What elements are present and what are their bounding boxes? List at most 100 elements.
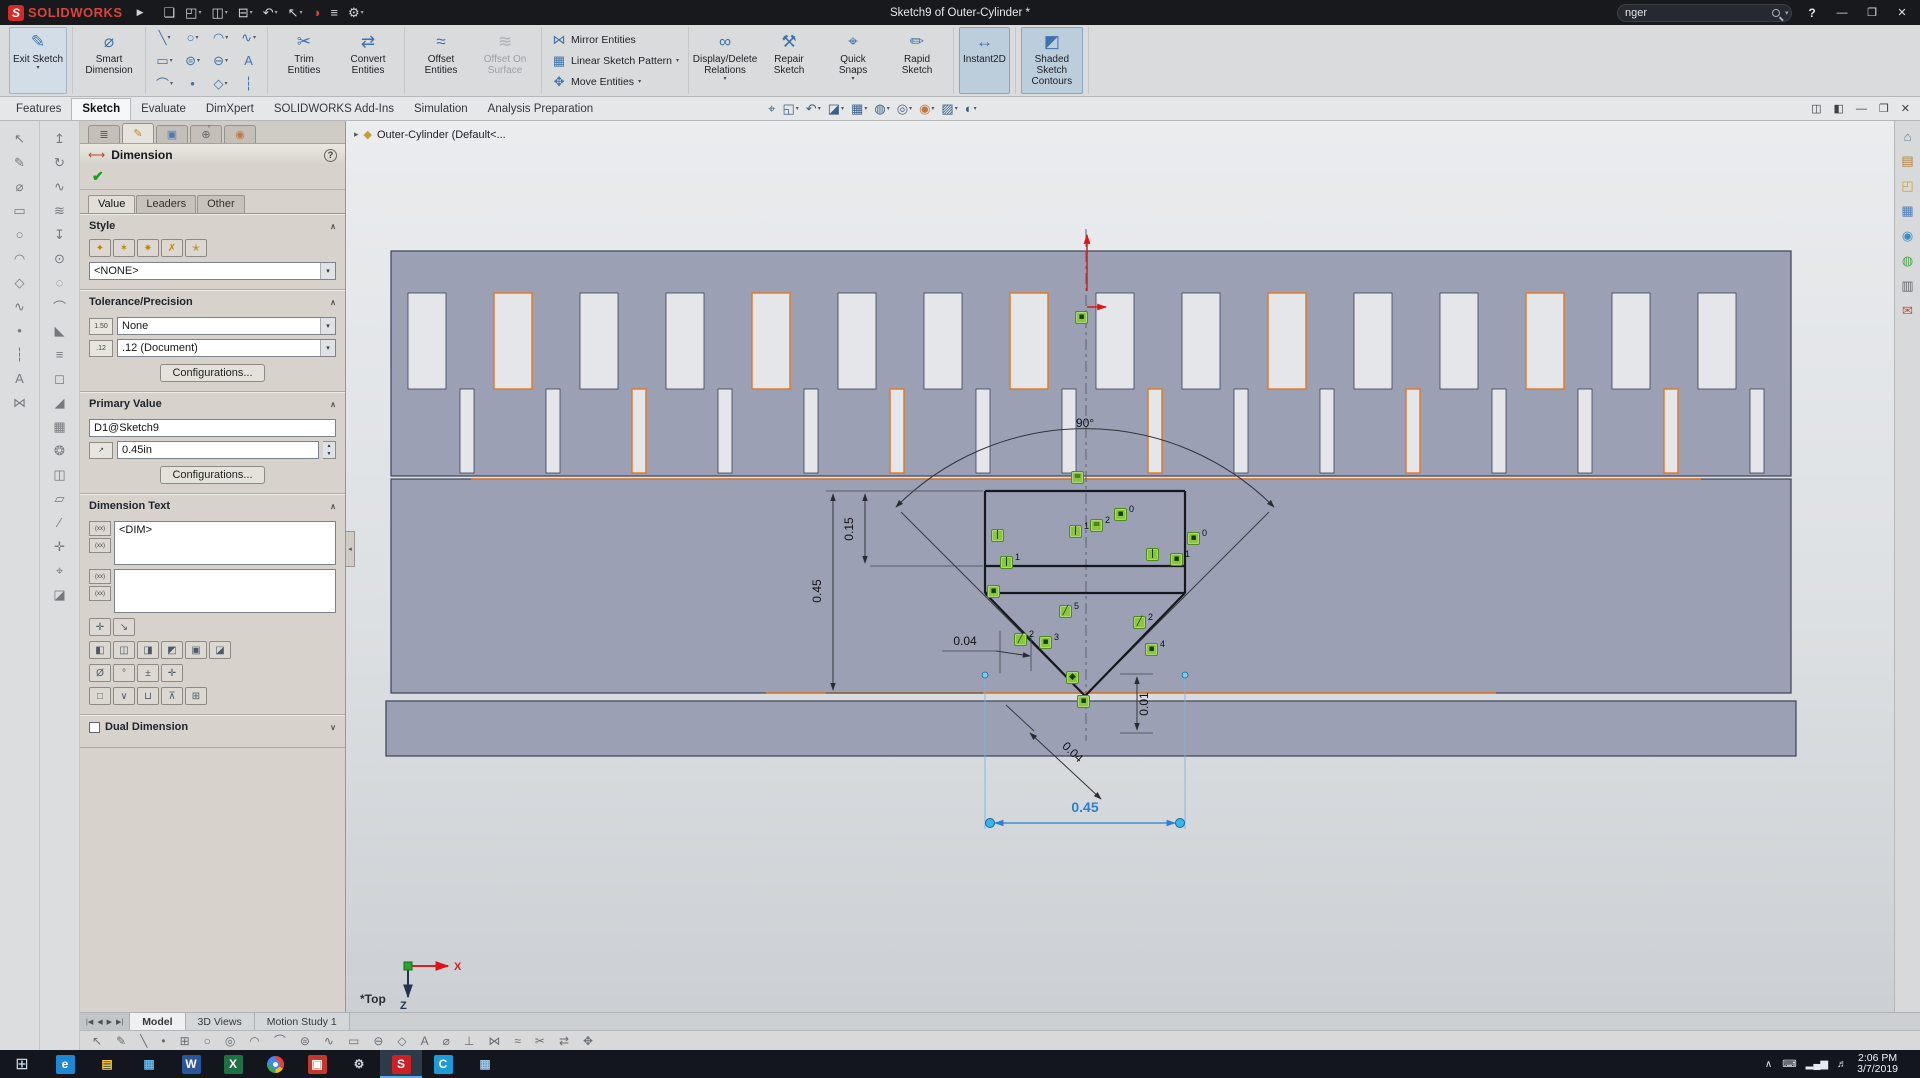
draft-icon[interactable]: ◢ [48,395,72,410]
dropdown-caret-icon[interactable]: ▾ [253,34,256,41]
centerline-icon[interactable]: ┆ [8,347,32,362]
ellipse-tool-icon[interactable]: ⊜ [300,1034,310,1048]
dropdown-caret-icon[interactable]: ▾ [250,9,253,16]
dimension-handle[interactable] [985,818,995,828]
dropdown-caret-icon[interactable]: ▾ [931,105,934,112]
menu-expand-icon[interactable]: ▶ [131,7,150,18]
center-text-button[interactable]: ✛ [89,618,111,636]
diameter-symbol-button[interactable]: Ø [89,664,111,682]
taskbar-calculator-button[interactable]: ▦ [464,1050,506,1078]
circular-pattern-icon[interactable]: ❂ [48,443,72,458]
spline-tool-icon[interactable]: ∿ [324,1034,334,1048]
sketch-tool-icon[interactable]: ✎ [116,1034,126,1048]
tolerance-section-header[interactable]: Tolerance/Precision ∧ [89,293,336,313]
mirror-tool-icon[interactable]: ⋈ [488,1034,500,1048]
gear-tooth-slot[interactable] [1061,388,1077,474]
width-dimension-text[interactable]: 0.04 [953,634,977,648]
inspection-dimension-button[interactable]: ⊼ [161,687,183,705]
tab-scroll-button[interactable]: |◀ [86,1018,93,1026]
gear-tooth-slot[interactable] [1577,388,1593,474]
trim-entities-button[interactable]: ✂ Trim Entities [273,27,335,94]
shell-icon[interactable]: ◻ [48,371,72,386]
offset-entities-button[interactable]: ≈ Offset Entities [410,27,472,94]
help-button[interactable]: ? [1802,6,1822,20]
shaded-sketch-contours-button[interactable]: ◩ Shaded Sketch Contours [1020,27,1083,94]
featuremanager-tree-tab[interactable]: ≣ [88,125,120,143]
ellipse-tool[interactable]: ⊜ ▾ [179,50,206,72]
collapse-chevron-icon[interactable]: ∧ [330,502,336,511]
display-delete-relations-button[interactable]: ∞ Display/Delete Relations ▾ [693,27,757,94]
command-tab-solidworks-add-ins[interactable]: SOLIDWORKS Add-Ins [264,99,404,120]
dropdown-caret-icon[interactable]: ▾ [225,9,228,16]
feature-breadcrumb[interactable]: ▸ ◆ Outer-Cylinder (Default<... [354,128,506,142]
text-tool-icon[interactable]: A [421,1034,429,1048]
hide-show-items-button[interactable]: ◎ ▾ [897,101,912,117]
view-settings-button[interactable]: ◐ ▾ [965,101,977,116]
dropdown-caret-icon[interactable]: ▾ [909,105,912,112]
sketch-icon[interactable]: ✎ [8,155,32,170]
apply-scene-button[interactable]: ▨ ▾ [941,101,957,117]
revolve-icon[interactable]: ↻ [48,155,72,170]
align-bottom-button[interactable]: ◪ [209,641,231,659]
dropdown-caret-icon[interactable]: ▾ [320,263,335,279]
command-tab-evaluate[interactable]: Evaluate [131,99,196,120]
set-default-attributes-button[interactable]: ✦ [89,239,111,257]
taskbar-excel-button[interactable]: X [212,1050,254,1078]
taskbar-photos-button[interactable]: ▣ [296,1050,338,1078]
dimension-text-box[interactable]: <DIM> [114,521,336,565]
command-search[interactable]: ▾ [1617,3,1792,22]
tree-expand-icon[interactable]: ▸ [354,129,359,140]
section-view-button[interactable]: ◪ ▾ [828,101,844,117]
gear-tooth-slot[interactable] [459,388,475,474]
dimension-text-symbol-button[interactable]: (xx) [89,521,111,536]
dropdown-caret-icon[interactable]: ▾ [320,318,335,334]
model-tab-motion-study-1[interactable]: Motion Study 1 [254,1013,350,1030]
gear-tooth-slot[interactable] [545,388,561,474]
gear-tooth-slot[interactable] [1181,292,1221,390]
dropdown-caret-icon[interactable]: ▾ [167,34,170,41]
mirror-icon[interactable]: ⋈ [8,395,32,410]
dimension-name-field[interactable] [89,419,336,437]
previous-view-button[interactable]: ↶ ▾ [806,101,821,117]
gear-tooth-slot[interactable] [889,388,905,474]
start-button[interactable]: ⊞ [0,1050,44,1078]
dropdown-caret-icon[interactable]: ▾ [361,9,364,16]
gear-tooth-slot[interactable] [1319,388,1335,474]
network-tray-icon[interactable]: ▂▄▆ [1806,1058,1828,1070]
add-parenthesis-button[interactable]: ⊞ [185,687,207,705]
reference-plane-icon[interactable]: ▱ [48,491,72,506]
load-favorite-button[interactable]: ✭ [185,239,207,257]
hole-wizard-icon[interactable]: ⊙ [48,251,72,266]
plus-minus-symbol-button[interactable]: ± [137,664,159,682]
dimension-text-section-header[interactable]: Dimension Text ∧ [89,497,336,517]
search-icon[interactable] [1772,8,1780,17]
section-view-icon[interactable]: ◪ [48,587,72,602]
fillet-icon[interactable]: ⌒ [48,299,72,315]
collapse-chevron-icon[interactable]: ∧ [330,222,336,231]
gear-tooth-slot[interactable] [1749,388,1765,474]
taskbar-c-app-button[interactable]: C [422,1050,464,1078]
taskbar-clock[interactable]: 2:06 PM 3/7/2019 [1857,1053,1898,1075]
volume-tray-icon[interactable]: ♬ [1837,1058,1847,1070]
model-tab-model[interactable]: Model [130,1013,186,1030]
display-style-button[interactable]: ◍ ▾ [874,101,889,117]
gear-tooth-slot[interactable] [837,292,877,390]
extrude-cut-icon[interactable]: ↧ [48,227,72,242]
chamfer-style-button[interactable]: ∨ [113,687,135,705]
file-explorer-icon[interactable]: ◰ [1901,178,1913,194]
new-document-button[interactable]: ❏ [159,5,179,20]
command-tab-dimxpert[interactable]: DimXpert [196,99,264,120]
taskbar-word-button[interactable]: W [170,1050,212,1078]
tab-scroll-button[interactable]: ▶ [107,1018,112,1026]
tab-other[interactable]: Other [197,195,245,213]
dimension-handle[interactable] [1175,818,1185,828]
close-button[interactable]: ✕ [1892,6,1912,19]
mirror-entities-button[interactable]: ⋈ Mirror Entities [547,31,683,49]
polygon-tool[interactable]: ◇ ▾ [207,73,234,95]
gear-tooth-slot[interactable] [1611,292,1651,390]
gear-tooth-slot[interactable] [1491,388,1507,474]
tangent-arc-icon[interactable]: ⌒ [274,1032,286,1049]
gap-dimension-text[interactable]: 0.01 [1137,692,1151,716]
custom-properties-icon[interactable]: ▥ [1901,278,1913,294]
extrude-boss-icon[interactable]: ↥ [48,131,72,146]
